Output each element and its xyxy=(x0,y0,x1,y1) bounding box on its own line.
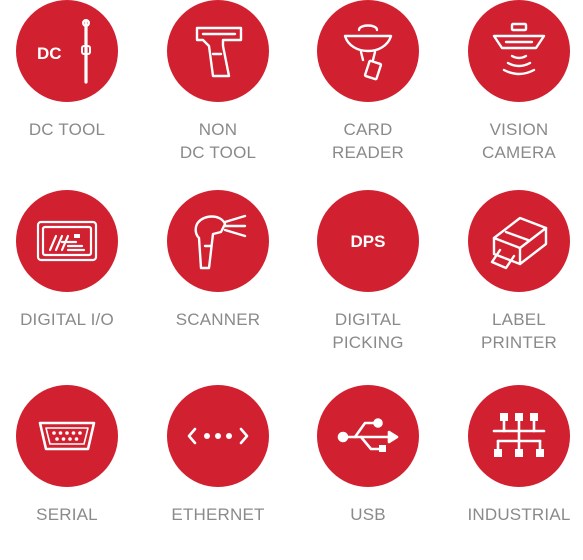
tile-digital-picking[interactable]: DPS DIGITAL PICKING xyxy=(293,190,443,365)
non-dc-tool-icon xyxy=(167,0,269,102)
tile-label-printer[interactable]: LABEL PRINTER xyxy=(444,190,583,365)
tile-label: USB xyxy=(350,505,386,524)
card-reader-icon xyxy=(317,0,419,102)
tile-scanner[interactable]: SCANNER xyxy=(143,190,293,365)
scanner-icon xyxy=(167,190,269,292)
svg-text:DPS: DPS xyxy=(351,232,386,251)
tile-vision-camera[interactable]: VISION CAMERA xyxy=(444,0,583,175)
tile-label: VISION CAMERA xyxy=(482,120,556,162)
tile-digital-io[interactable]: DIGITAL I/O xyxy=(0,190,142,365)
dc-tool-icon: DC xyxy=(16,0,118,102)
tile-usb[interactable]: USB xyxy=(293,385,443,560)
tile-ethernet[interactable]: ETHERNET xyxy=(143,385,293,560)
tile-serial[interactable]: SERIAL xyxy=(0,385,142,560)
tile-label: NON DC TOOL xyxy=(179,120,257,162)
tile-industrial[interactable]: INDUSTRIAL xyxy=(444,385,583,560)
tile-label: DIGITAL I/O xyxy=(20,310,114,329)
tile-card-reader[interactable]: CARD READER xyxy=(293,0,443,175)
tile-label: DC TOOL xyxy=(28,120,106,139)
usb-icon xyxy=(317,385,419,487)
tile-label: LABEL PRINTER xyxy=(480,310,558,352)
serial-icon xyxy=(16,385,118,487)
tile-non-dc-tool[interactable]: NON DC TOOL xyxy=(143,0,293,175)
tile-label: DIGITAL PICKING xyxy=(332,310,404,352)
label-printer-icon xyxy=(468,190,570,292)
ethernet-icon xyxy=(167,385,269,487)
tile-dc-tool[interactable]: DC DC TOOL xyxy=(0,0,142,175)
tile-label: ETHERNET xyxy=(171,505,265,524)
svg-text:DC: DC xyxy=(37,44,62,63)
tile-label: CARD READER xyxy=(331,120,405,162)
tile-label: SCANNER xyxy=(175,310,261,329)
tile-label: SERIAL xyxy=(36,505,98,524)
vision-camera-icon xyxy=(468,0,570,102)
digital-io-icon xyxy=(16,190,118,292)
digital-picking-icon: DPS xyxy=(317,190,419,292)
industrial-icon xyxy=(468,385,570,487)
tile-label: INDUSTRIAL xyxy=(467,505,571,524)
